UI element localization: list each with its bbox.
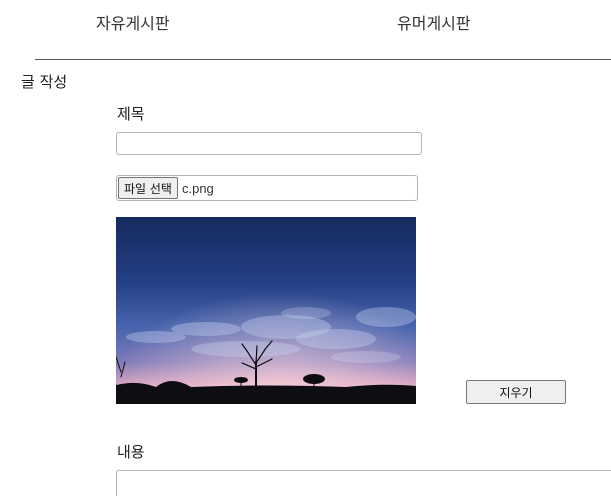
content-label: 내용 bbox=[117, 443, 145, 461]
file-input[interactable]: 파일 선택 c.png bbox=[116, 175, 418, 201]
title-label: 제목 bbox=[117, 105, 145, 123]
page-title: 글 작성 bbox=[21, 73, 68, 91]
image-preview bbox=[116, 217, 416, 404]
nav-divider bbox=[35, 59, 611, 60]
selected-file-name: c.png bbox=[181, 180, 214, 196]
clear-button[interactable]: 지우기 bbox=[466, 380, 566, 404]
nav-tab-free-board[interactable]: 자유게시판 bbox=[96, 10, 170, 34]
content-textarea[interactable] bbox=[116, 470, 611, 496]
title-input[interactable] bbox=[116, 132, 422, 155]
choose-file-button[interactable]: 파일 선택 bbox=[118, 177, 178, 199]
write-post-page: 자유게시판 유머게시판 글 작성 제목 파일 선택 c.png 지우기 내용 bbox=[0, 0, 611, 496]
nav-tab-humor-board[interactable]: 유머게시판 bbox=[397, 10, 471, 34]
